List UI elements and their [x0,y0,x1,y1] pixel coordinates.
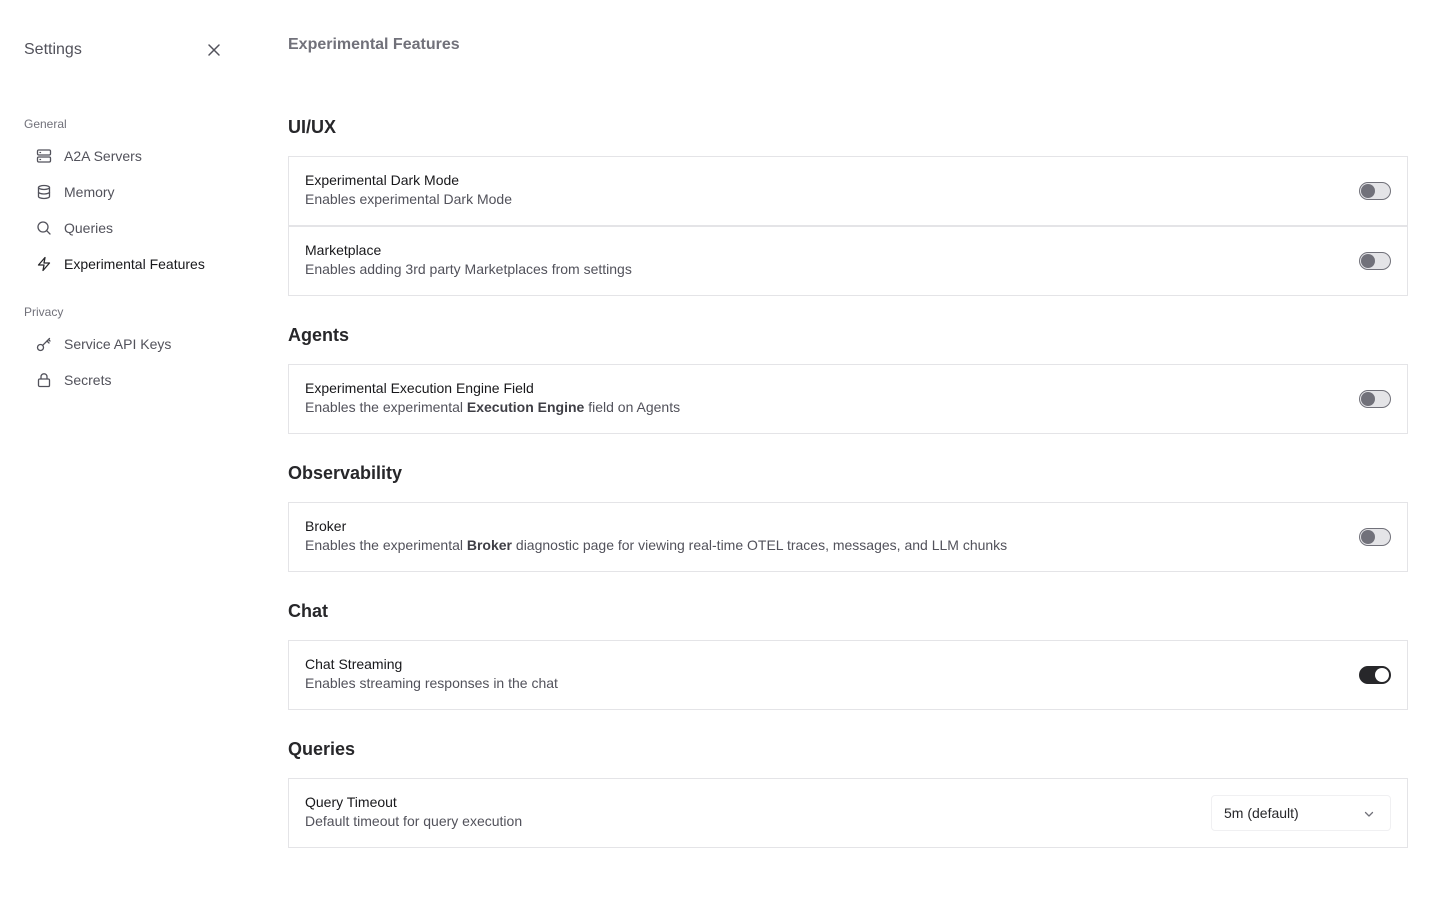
section-title-observability: Observability [288,463,403,483]
search-icon [36,220,52,236]
sidebar-item-a2a-servers[interactable]: A2A Servers [24,142,234,170]
setting-card-query-timeout: Query Timeout Default timeout for query … [288,778,1408,848]
setting-title: Broker [305,518,347,534]
key-icon [36,336,52,352]
chat-streaming-toggle[interactable] [1359,666,1391,684]
page-title: Experimental Features [288,36,460,53]
description-bold: Broker [466,537,513,553]
setting-description: Default timeout for query execution [305,813,523,829]
setting-card-chat-streaming: Chat Streaming Enables streaming respons… [288,640,1408,710]
section-title-uiux: UI/UX [288,117,337,137]
description-text: field on Agents [584,399,681,415]
sidebar-item-label: Service API Keys [64,336,172,352]
setting-title: Experimental Execution Engine Field [305,380,534,396]
setting-title: Chat Streaming [305,656,403,672]
setting-title: Marketplace [305,242,382,258]
sidebar-group-privacy: Privacy [24,305,64,319]
chevron-down-icon [1362,807,1376,821]
setting-title: Query Timeout [305,794,397,810]
section-title-chat: Chat [288,601,328,621]
setting-description: Enables adding 3rd party Marketplaces fr… [305,261,632,277]
toggle-knob [1361,254,1375,268]
setting-card-marketplace: Marketplace Enables adding 3rd party Mar… [288,226,1408,296]
database-icon [36,184,52,200]
sidebar-item-memory[interactable]: Memory [24,178,234,206]
dark-mode-toggle[interactable] [1359,182,1391,200]
settings-sidebar: Settings General A2A Servers Memory Quer… [0,0,248,900]
query-timeout-select[interactable]: 5m (default) [1211,795,1391,831]
sidebar-item-experimental-features[interactable]: Experimental Features [24,250,234,278]
setting-description: Enables the experimental Execution Engin… [305,399,680,416]
setting-card-broker: Broker Enables the experimental Broker d… [288,502,1408,572]
sidebar-item-service-api-keys[interactable]: Service API Keys [24,330,234,358]
description-text: Enables the experimental [305,537,467,553]
setting-description: Enables the experimental Broker diagnost… [305,537,1007,554]
sidebar-item-label: Experimental Features [64,256,205,272]
zap-icon [36,256,52,272]
description-bold: Execution Engine [466,399,585,415]
sidebar-item-label: Secrets [64,372,112,388]
marketplace-toggle[interactable] [1359,252,1391,270]
sidebar-item-label: Queries [64,220,114,236]
sidebar-item-secrets[interactable]: Secrets [24,366,234,394]
setting-description: Enables streaming responses in the chat [305,675,558,691]
section-title-queries: Queries [288,739,356,759]
sidebar-title: Settings [24,41,82,58]
setting-title: Experimental Dark Mode [305,172,460,188]
description-text: Enables the experimental [305,399,467,415]
toggle-knob [1361,530,1375,544]
lock-icon [36,372,52,388]
toggle-knob [1375,668,1389,682]
broker-toggle[interactable] [1359,528,1391,546]
section-title-agents: Agents [288,325,350,345]
sidebar-item-label: A2A Servers [64,148,142,164]
sidebar-item-queries[interactable]: Queries [24,214,234,242]
toggle-knob [1361,184,1375,198]
select-value: 5m (default) [1224,805,1299,821]
close-icon[interactable] [202,38,226,62]
setting-card-dark-mode: Experimental Dark Mode Enables experimen… [288,156,1408,226]
sidebar-group-general: General [24,117,67,131]
toggle-knob [1361,392,1375,406]
setting-description: Enables experimental Dark Mode [305,191,512,207]
server-icon [36,148,52,164]
execution-engine-toggle[interactable] [1359,390,1391,408]
setting-card-execution-engine: Experimental Execution Engine Field Enab… [288,364,1408,434]
sidebar-item-label: Memory [64,184,115,200]
description-text: diagnostic page for viewing real-time OT… [512,537,1008,553]
